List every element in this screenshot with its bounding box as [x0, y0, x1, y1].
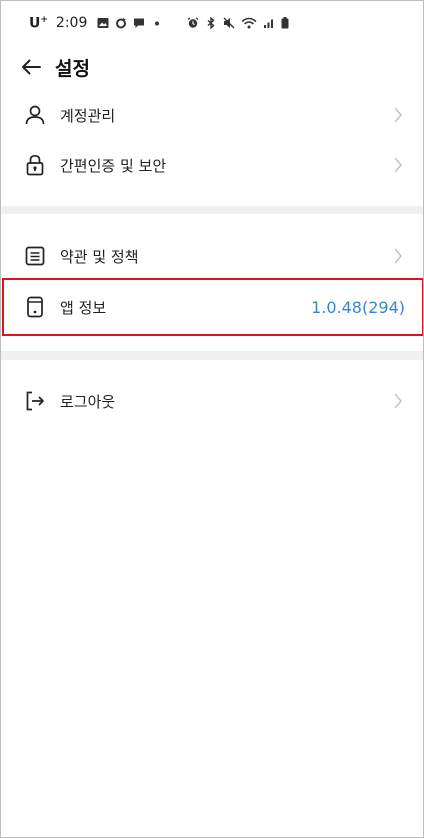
bluetooth-icon [207, 17, 215, 29]
screen: U+ 2:09 설정 계정관리 간편인증 및 보안 약관 및 정책 앱 정보 1… [0, 0, 424, 838]
section-divider [1, 351, 423, 360]
section-divider [1, 206, 423, 214]
person-icon [23, 103, 47, 127]
settings-item-label: 앱 정보 [60, 298, 107, 317]
logout-icon [23, 389, 47, 413]
settings-item-app-info[interactable]: 앱 정보 1.0.48(294) [1, 282, 423, 332]
sync-icon [116, 18, 127, 29]
image-icon [97, 18, 109, 28]
chevron-right-icon [391, 155, 405, 175]
arrow-left-icon [22, 59, 41, 75]
chat-icon [134, 18, 145, 28]
chevron-right-icon [391, 246, 405, 266]
settings-item-label: 로그아웃 [60, 392, 116, 411]
carrier-label: U+ [29, 14, 48, 32]
settings-item-label: 간편인증 및 보안 [60, 156, 167, 175]
settings-item-terms[interactable]: 약관 및 정책 [1, 231, 423, 281]
page-title: 설정 [55, 57, 90, 80]
wifi-icon [241, 17, 257, 29]
settings-item-logout[interactable]: 로그아웃 [1, 376, 423, 426]
settings-item-account[interactable]: 계정관리 [1, 90, 423, 140]
back-button[interactable] [17, 53, 45, 81]
alarm-icon [187, 17, 199, 28]
dot-icon [155, 21, 160, 26]
phone-icon [23, 295, 47, 319]
chevron-right-icon [391, 105, 405, 125]
status-bar: U+ 2:09 [1, 1, 423, 45]
settings-item-label: 약관 및 정책 [60, 247, 139, 266]
lock-icon [23, 153, 47, 177]
app-version: 1.0.48(294) [311, 297, 405, 317]
header: 설정 [1, 45, 423, 89]
settings-item-label: 계정관리 [60, 106, 116, 125]
battery-icon [281, 17, 289, 29]
chevron-right-icon [391, 391, 405, 411]
settings-item-auth-security[interactable]: 간편인증 및 보안 [1, 140, 423, 190]
signal-icon [264, 19, 273, 28]
mute-icon [223, 17, 235, 29]
status-right [187, 17, 401, 29]
notification-icons [97, 17, 163, 29]
status-time: 2:09 [55, 15, 88, 31]
status-left: U+ 2:09 [29, 14, 163, 32]
document-icon [23, 244, 47, 268]
